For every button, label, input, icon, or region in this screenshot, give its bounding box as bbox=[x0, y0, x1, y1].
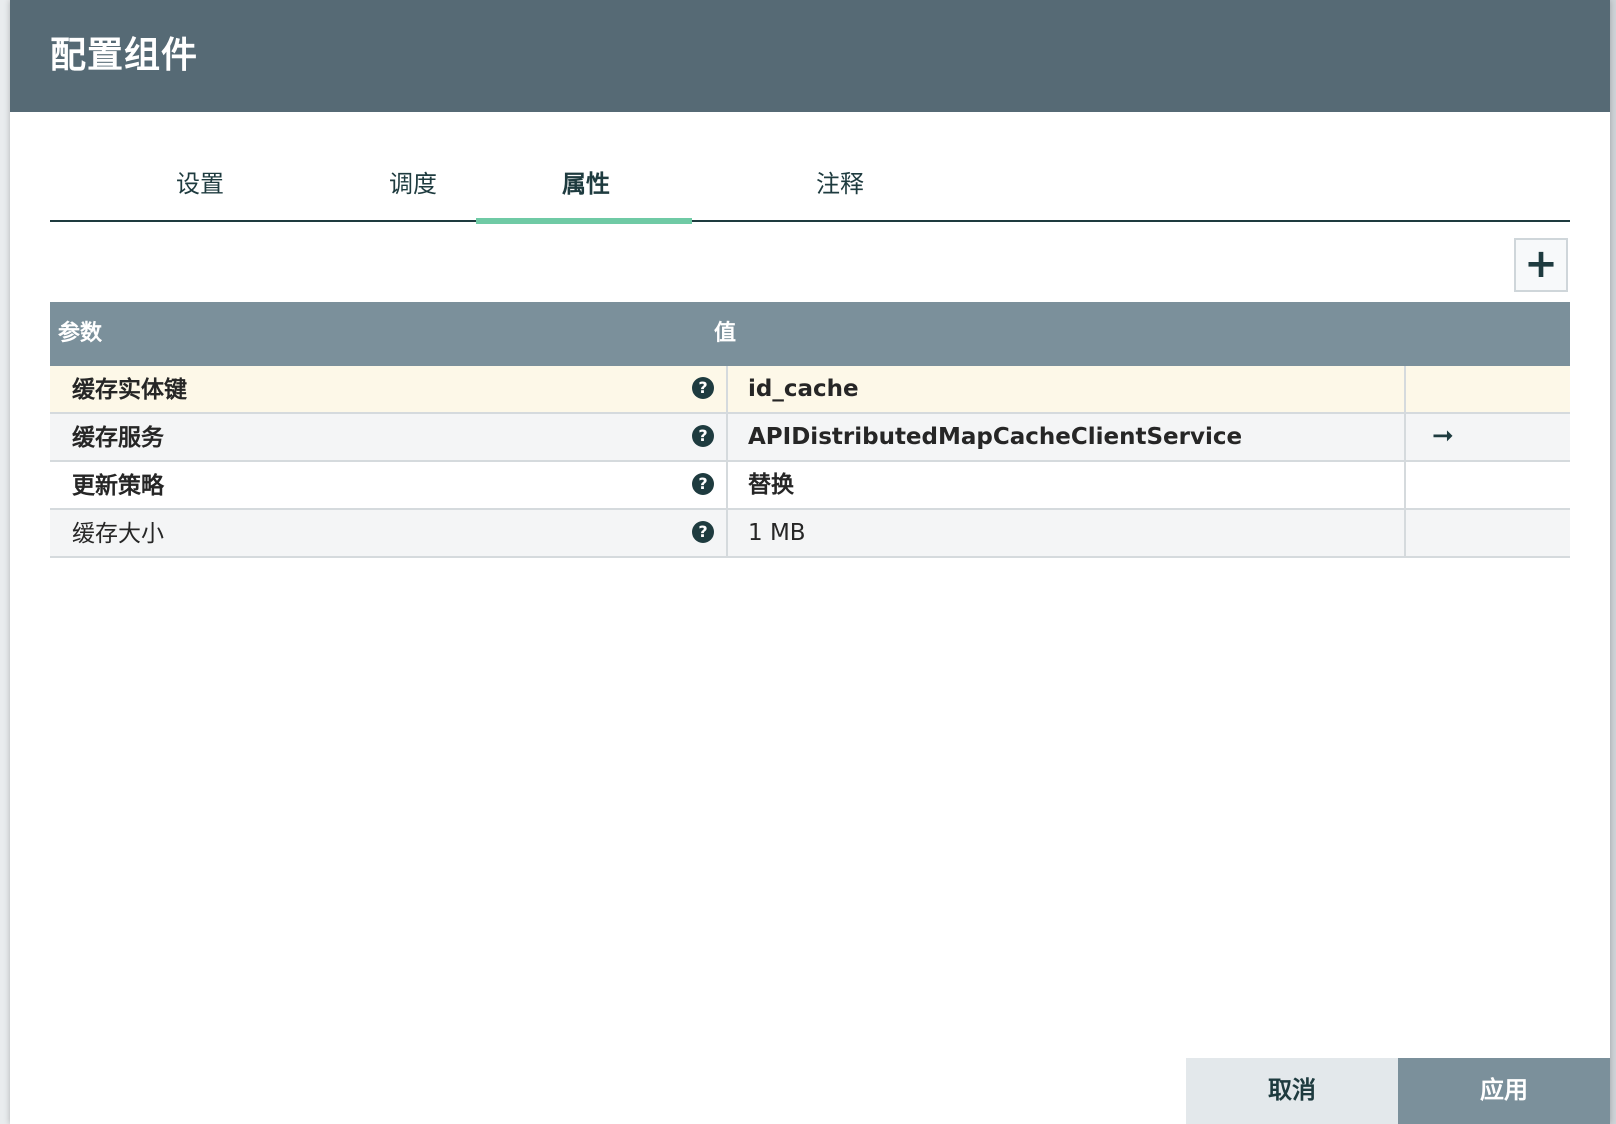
configure-component-dialog: 配置组件 设置 调度 属性 注释 + 参数 值 缓存实体键 ? id_cache… bbox=[10, 0, 1610, 1124]
column-header-value: 值 bbox=[714, 321, 737, 346]
apply-button[interactable]: 应用 bbox=[1398, 1058, 1610, 1124]
tab-bar: 设置 调度 属性 注释 bbox=[50, 156, 1570, 224]
property-value[interactable]: id_cache bbox=[748, 366, 859, 412]
column-divider bbox=[1404, 462, 1406, 508]
tab-properties[interactable]: 属性 bbox=[476, 156, 696, 224]
column-divider bbox=[726, 510, 728, 556]
property-name: 缓存大小 bbox=[72, 521, 164, 547]
property-value[interactable]: 1 MB bbox=[748, 510, 806, 556]
column-divider bbox=[726, 414, 728, 460]
help-icon[interactable]: ? bbox=[692, 425, 714, 447]
property-value[interactable]: APIDistributedMapCacheClientService bbox=[748, 414, 1242, 460]
help-icon[interactable]: ? bbox=[692, 377, 714, 399]
table-row[interactable]: 更新策略 ? 替换 bbox=[50, 462, 1570, 510]
table-header: 参数 值 bbox=[50, 302, 1570, 366]
table-row[interactable]: 缓存大小 ? 1 MB bbox=[50, 510, 1570, 558]
help-icon[interactable]: ? bbox=[692, 473, 714, 495]
column-divider bbox=[1404, 414, 1406, 460]
tab-comments[interactable]: 注释 bbox=[730, 156, 950, 220]
column-divider bbox=[1404, 366, 1406, 412]
dialog-header: 配置组件 bbox=[10, 0, 1610, 112]
table-row[interactable]: 缓存实体键 ? id_cache bbox=[50, 366, 1570, 414]
plus-icon: + bbox=[1524, 241, 1558, 287]
property-name: 缓存服务 bbox=[72, 425, 164, 451]
properties-table: 参数 值 缓存实体键 ? id_cache 缓存服务 ? APIDistribu… bbox=[50, 302, 1570, 558]
table-row[interactable]: 缓存服务 ? APIDistributedMapCacheClientServi… bbox=[50, 414, 1570, 462]
add-property-button[interactable]: + bbox=[1514, 238, 1568, 292]
column-divider bbox=[1404, 510, 1406, 556]
dialog-title: 配置组件 bbox=[50, 35, 199, 76]
property-name: 缓存实体键 bbox=[72, 377, 187, 403]
background-canvas bbox=[1610, 0, 1616, 1124]
tab-settings[interactable]: 设置 bbox=[90, 156, 310, 220]
column-divider bbox=[726, 462, 728, 508]
cancel-button[interactable]: 取消 bbox=[1186, 1058, 1398, 1124]
property-name: 更新策略 bbox=[72, 473, 164, 499]
go-to-arrow-icon[interactable]: ➞ bbox=[1432, 414, 1454, 458]
help-icon[interactable]: ? bbox=[692, 521, 714, 543]
column-divider bbox=[726, 366, 728, 412]
property-value[interactable]: 替换 bbox=[748, 462, 794, 508]
column-header-name: 参数 bbox=[58, 321, 103, 346]
